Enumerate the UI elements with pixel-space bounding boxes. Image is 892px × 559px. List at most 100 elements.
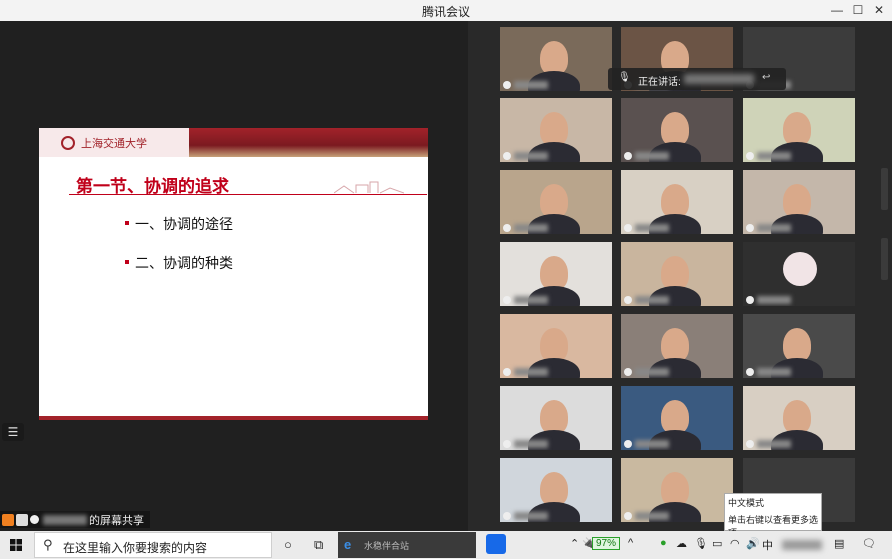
participant-name-redacted — [514, 440, 548, 448]
participant-tile[interactable] — [500, 458, 612, 522]
close-icon[interactable]: ✕ — [870, 2, 888, 18]
participant-name-redacted — [635, 224, 669, 232]
cortana-circle-icon[interactable]: ○ — [284, 537, 292, 552]
app-tray-icon[interactable]: ● — [660, 537, 667, 549]
notification-app-icon[interactable]: ▤ — [834, 537, 844, 550]
participant-tile[interactable] — [743, 170, 855, 234]
mic-icon — [746, 224, 754, 232]
participant-silhouette — [783, 112, 811, 146]
participant-tile[interactable] — [500, 98, 612, 162]
clock-redacted — [782, 540, 822, 550]
windows-logo-icon[interactable] — [10, 539, 22, 551]
mic-icon — [624, 512, 632, 520]
slide-footer-bar — [39, 416, 428, 420]
mic-icon — [624, 296, 632, 304]
bullet-text: 一、协调的途径 — [135, 217, 233, 233]
participant-name-redacted — [514, 81, 548, 89]
participant-name-redacted — [635, 296, 669, 304]
participant-tile[interactable] — [500, 242, 612, 306]
participant-name-redacted — [514, 368, 548, 376]
participant-name-redacted — [514, 296, 548, 304]
participant-tile[interactable] — [743, 242, 855, 306]
tencent-meeting-icon[interactable] — [486, 534, 506, 554]
presenter-status-bar: 的屏幕共享 — [0, 511, 150, 528]
screen-share-icon — [16, 513, 28, 526]
participant-silhouette — [540, 400, 568, 434]
participant-silhouette — [783, 400, 811, 434]
mic-icon — [746, 152, 754, 160]
participant-tile[interactable] — [500, 170, 612, 234]
avatar — [783, 252, 817, 286]
mic-icon — [746, 440, 754, 448]
mic-icon[interactable]: 🎙 — [694, 537, 708, 550]
participant-tile[interactable] — [621, 242, 733, 306]
participant-tile[interactable] — [500, 27, 612, 91]
mic-icon — [503, 440, 511, 448]
participant-tile[interactable] — [621, 314, 733, 378]
participant-tile[interactable] — [743, 314, 855, 378]
bullet-text: 二、协调的种类 — [135, 256, 233, 272]
show-hidden-icons[interactable]: ^ — [628, 537, 633, 549]
maximize-icon[interactable]: ☐ — [849, 2, 867, 18]
participant-tile[interactable] — [500, 386, 612, 450]
participant-silhouette — [540, 472, 568, 506]
minimize-icon[interactable]: — — [828, 2, 846, 18]
volume-icon[interactable]: 🔊 — [746, 537, 760, 550]
speaker-name-redacted — [684, 74, 754, 84]
participant-name-redacted — [635, 440, 669, 448]
ime-indicator[interactable]: 中 — [762, 537, 773, 553]
ime-tooltip: 中文模式 单击右键以查看更多选项 — [724, 493, 822, 538]
list-icon[interactable]: ☰ — [2, 423, 24, 441]
mic-icon — [503, 368, 511, 376]
presenter-status-text: 的屏幕共享 — [89, 514, 144, 527]
battery-tray-icon[interactable]: ▭ — [712, 537, 722, 550]
participant-silhouette — [783, 328, 811, 362]
mic-icon — [503, 152, 511, 160]
participant-tile[interactable] — [621, 386, 733, 450]
participant-tile[interactable] — [500, 314, 612, 378]
taskbar-search-box[interactable]: ⚲ 在这里输入你要搜索的内容 — [34, 532, 272, 558]
participant-tile[interactable] — [743, 386, 855, 450]
speaking-label: 正在讲话: — [638, 77, 681, 88]
participant-silhouette — [783, 184, 811, 218]
mic-icon — [746, 296, 754, 304]
windows-taskbar: ⚲ 在这里输入你要搜索的内容 ○ ⧉ e 水稳伴合站 ⌃ 🔌 97% ^ ● ☁… — [0, 531, 892, 559]
participant-name-redacted — [514, 512, 548, 520]
mic-icon — [624, 440, 632, 448]
participant-silhouette — [540, 256, 568, 290]
participant-tile[interactable] — [621, 170, 733, 234]
action-center-icon[interactable]: 🗨 — [862, 537, 876, 550]
participant-silhouette — [540, 41, 568, 75]
participant-silhouette — [661, 112, 689, 146]
participant-name-redacted — [757, 296, 791, 304]
participant-name-redacted — [635, 152, 669, 160]
wifi-icon[interactable]: ◠ — [730, 537, 740, 550]
participant-silhouette — [661, 184, 689, 218]
battery-indicator[interactable]: 97% — [592, 537, 621, 550]
task-view-icon[interactable]: ⧉ — [314, 537, 323, 553]
volume-meter-bottom — [881, 238, 888, 280]
slide-title-underline — [69, 194, 427, 195]
collapse-icon[interactable]: ↩ — [762, 72, 770, 83]
presenter-name-redacted — [43, 514, 87, 525]
cloud-icon[interactable]: ☁ — [676, 537, 687, 550]
participant-name-redacted — [757, 440, 791, 448]
slide-bullet: 一、协调的途径 — [125, 214, 233, 234]
participant-silhouette — [661, 400, 689, 434]
participant-silhouette — [661, 328, 689, 362]
browser-taskbar-button[interactable]: e 水稳伴合站 — [338, 532, 476, 558]
participant-silhouette — [540, 328, 568, 362]
participant-name-redacted — [635, 512, 669, 520]
participant-tile[interactable] — [621, 98, 733, 162]
participant-silhouette — [540, 184, 568, 218]
participant-tile[interactable] — [743, 98, 855, 162]
chevron-up-down-icon[interactable]: ⌃ — [570, 537, 579, 550]
title-bar: 腾讯会议 — ☐ ✕ — [0, 0, 892, 21]
participant-silhouette — [661, 256, 689, 290]
university-name: 上海交通大学 — [81, 137, 147, 150]
browser-tab-title: 水稳伴合站 — [364, 541, 410, 551]
presentation-slide: 上海交通大学 第一节、协调的追求 一、协调的途径 二、协调的种类 — [39, 128, 428, 420]
participant-tile[interactable] — [621, 458, 733, 522]
ime-mode-text: 中文模式 — [728, 498, 765, 508]
mic-icon — [30, 515, 39, 524]
